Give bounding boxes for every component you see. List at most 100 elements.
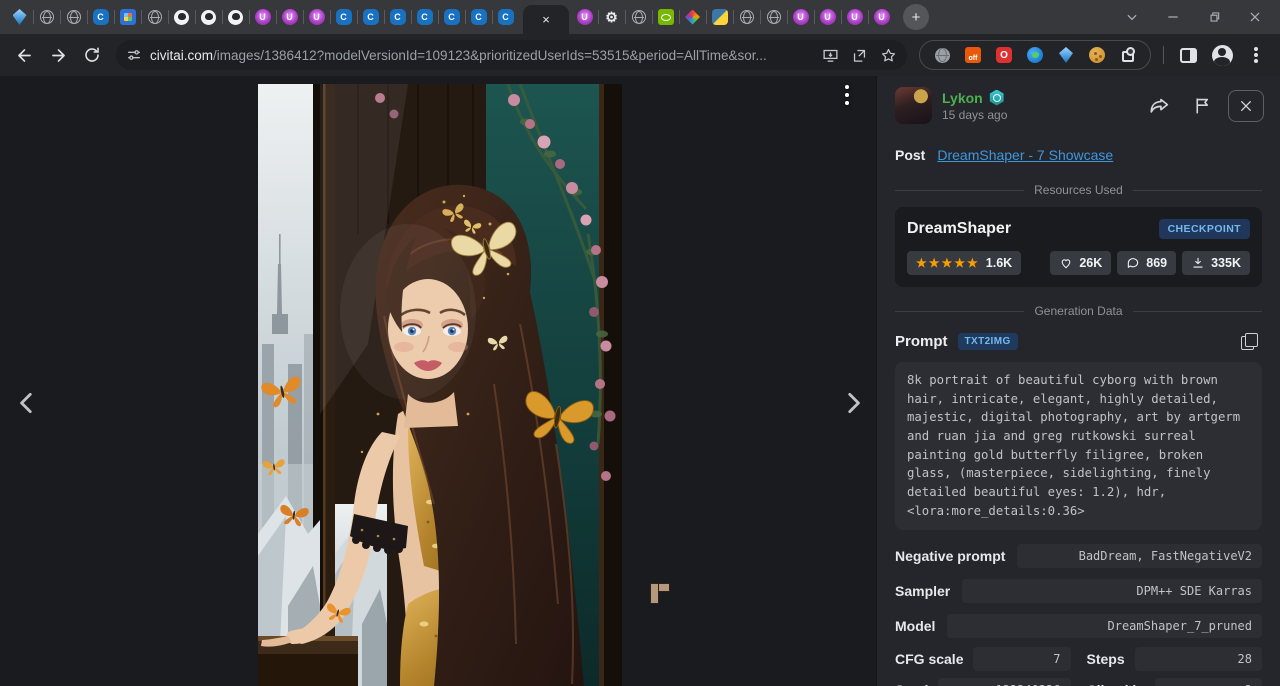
pinned-tab-globe-1[interactable]	[33, 0, 60, 34]
pinned-tab-civitai-5[interactable]: C	[411, 0, 438, 34]
pinned-tab-nvidia[interactable]	[652, 0, 679, 34]
negative-prompt-value[interactable]: BadDream, FastNegativeV2	[1017, 544, 1262, 568]
pinned-tab-civitai-gem[interactable]	[6, 0, 33, 34]
post-age: 15 days ago	[942, 108, 1007, 122]
pinned-tab-civitai-7[interactable]: C	[465, 0, 492, 34]
minimize-icon[interactable]	[1166, 10, 1180, 24]
prompt-text[interactable]: 8k portrait of beautiful cyborg with bro…	[895, 362, 1262, 530]
comments-pill[interactable]: 869	[1117, 251, 1176, 275]
pinned-tab-github-1[interactable]	[168, 0, 195, 34]
rating-pill[interactable]: ★★★★★ 1.6K	[907, 251, 1021, 275]
next-image-chevron[interactable]	[836, 386, 870, 420]
close-panel-button[interactable]	[1228, 90, 1264, 122]
pinned-tab-store[interactable]	[114, 0, 141, 34]
pinned-tab-udio-5[interactable]: U	[787, 0, 814, 34]
pinned-tab-civitai-4[interactable]: C	[384, 0, 411, 34]
pinned-tab-github-2[interactable]	[195, 0, 222, 34]
artwork-image[interactable]	[258, 84, 622, 686]
pinned-tab-globe-3[interactable]	[141, 0, 168, 34]
checkpoint-badge[interactable]: CHECKPOINT	[1159, 219, 1250, 239]
side-panel-button[interactable]	[1172, 39, 1204, 71]
pinned-tab-udio-1[interactable]: U	[249, 0, 276, 34]
civitai-5-icon: C	[417, 9, 433, 25]
copy-generation-data-button[interactable]	[1236, 328, 1262, 354]
extension-ext-puzzle[interactable]	[1116, 48, 1140, 62]
menu-button[interactable]	[1240, 39, 1272, 71]
previous-image-chevron[interactable]	[10, 386, 44, 420]
likes-pill[interactable]: 26K	[1050, 251, 1111, 275]
forward-button[interactable]	[42, 39, 74, 71]
extension-ext-opera[interactable]: O	[992, 47, 1016, 63]
image-options-menu[interactable]	[835, 82, 859, 108]
civitai-3-icon: C	[363, 9, 379, 25]
install-app-icon[interactable]	[822, 47, 839, 64]
pinned-tab-civitai-6[interactable]: C	[438, 0, 465, 34]
tab-close-icon[interactable]: ×	[542, 12, 550, 27]
pinned-tab-civitai-1[interactable]: C	[87, 0, 114, 34]
address-bar[interactable]: civitai.com/images/1386412?modelVersionI…	[116, 40, 907, 70]
steps-value[interactable]: 28	[1135, 647, 1262, 671]
pinned-tab-globe-6[interactable]	[760, 0, 787, 34]
seed-value[interactable]: 132340236	[938, 678, 1070, 686]
pinned-tab-settings[interactable]: ⚙	[598, 0, 625, 34]
pinned-tab-globe-4[interactable]	[625, 0, 652, 34]
sampler-value[interactable]: DPM++ SDE Karras	[962, 579, 1262, 603]
txt2img-badge: TXT2IMG	[958, 333, 1018, 350]
pinned-tab-udio-6[interactable]: U	[814, 0, 841, 34]
bookmark-star-icon[interactable]	[880, 47, 897, 64]
python-icon	[712, 9, 728, 25]
username[interactable]: Lykon	[942, 90, 983, 106]
udio-3-icon: U	[309, 9, 325, 25]
generation-header-label: Generation Data	[1034, 304, 1122, 318]
globe-5-icon	[740, 10, 754, 24]
site-info-icon[interactable]	[126, 47, 142, 63]
model-value[interactable]: DreamShaper_7_pruned	[947, 614, 1262, 638]
pinned-tab-github-3[interactable]	[222, 0, 249, 34]
profile-button[interactable]	[1206, 39, 1238, 71]
pinned-tab-udio-2[interactable]: U	[276, 0, 303, 34]
share-button[interactable]	[1144, 91, 1176, 121]
share-page-icon[interactable]	[851, 47, 868, 64]
pinned-tab-python[interactable]	[706, 0, 733, 34]
heart-icon	[1059, 256, 1073, 270]
extension-ext-blocker-off[interactable]: off	[961, 47, 985, 63]
artwork-illustration	[258, 84, 622, 686]
downloads-pill[interactable]: 335K	[1182, 251, 1250, 275]
extension-ext-gem[interactable]	[1054, 47, 1078, 63]
civitai-4-icon: C	[390, 9, 406, 25]
pinned-tab-udio-7[interactable]: U	[841, 0, 868, 34]
pinned-tab-udio-4[interactable]: U	[571, 0, 598, 34]
pinned-tab-ai-studio[interactable]	[679, 0, 706, 34]
report-flag-button[interactable]	[1186, 91, 1218, 121]
pinned-tab-udio-3[interactable]: U	[303, 0, 330, 34]
url-text[interactable]: civitai.com/images/1386412?modelVersionI…	[150, 48, 810, 63]
post-link[interactable]: DreamShaper - 7 Showcase	[937, 147, 1113, 163]
resource-card[interactable]: DreamShaper CHECKPOINT ★★★★★ 1.6K 26K	[895, 207, 1262, 287]
pinned-tab-civitai-2[interactable]: C	[330, 0, 357, 34]
pinned-tab-civitai-3[interactable]: C	[357, 0, 384, 34]
resource-name[interactable]: DreamShaper	[907, 220, 1011, 238]
pinned-tab-globe-2[interactable]	[60, 0, 87, 34]
user-avatar[interactable]	[895, 87, 932, 124]
cfg-scale-value[interactable]: 7	[973, 647, 1070, 671]
pinned-tab-globe-5[interactable]	[733, 0, 760, 34]
clip-skip-value[interactable]: 2	[1155, 678, 1262, 686]
browser-toolbar: civitai.com/images/1386412?modelVersionI…	[0, 34, 1280, 76]
window-close-icon[interactable]	[1248, 10, 1262, 24]
extension-ext-cookie[interactable]	[1085, 47, 1109, 63]
extension-ext-globe[interactable]	[930, 48, 954, 63]
sampler-row: Sampler DPM++ SDE Karras	[877, 575, 1280, 607]
detail-panel: Lykon 15 days ago	[876, 76, 1280, 686]
download-icon	[1191, 256, 1205, 270]
new-tab-button[interactable]: +	[903, 4, 929, 30]
chevron-down-icon[interactable]	[1125, 10, 1139, 24]
github-3-icon	[228, 10, 243, 25]
pinned-tab-udio-8[interactable]: U	[868, 0, 895, 34]
active-tab[interactable]: ×	[523, 5, 569, 34]
pinned-tab-civitai-8[interactable]: C	[492, 0, 519, 34]
image-viewer	[0, 76, 876, 686]
extension-ext-earth[interactable]	[1023, 47, 1047, 63]
restore-icon[interactable]	[1207, 10, 1221, 24]
refresh-button[interactable]	[76, 39, 108, 71]
back-button[interactable]	[8, 39, 40, 71]
